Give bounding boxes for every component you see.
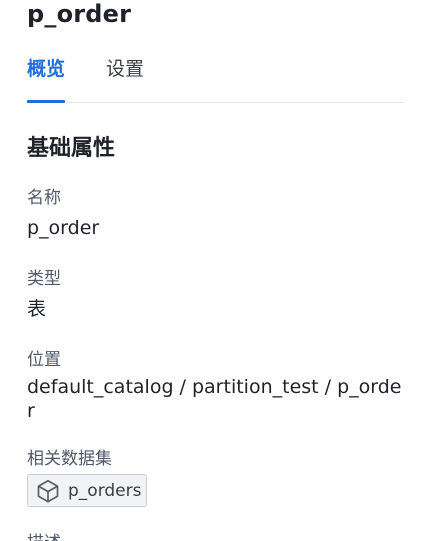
tab-bar: 概览 设置 <box>27 52 404 103</box>
related-dataset-label: 相关数据集 <box>27 449 112 469</box>
tab-overview[interactable]: 概览 <box>27 52 66 103</box>
cube-icon <box>34 477 62 505</box>
location-label: 位置 <box>27 350 61 370</box>
section-title-basic-properties: 基础属性 <box>27 136 116 161</box>
location-value: default_catalog / partition_test / p_ord… <box>27 376 402 422</box>
name-label: 名称 <box>27 188 61 208</box>
page-title: p_order <box>27 0 132 28</box>
description-label: 描述 <box>27 531 61 541</box>
name-value: p_order <box>27 217 100 239</box>
type-label: 类型 <box>27 269 61 289</box>
tab-settings[interactable]: 设置 <box>106 52 144 102</box>
type-value: 表 <box>27 298 47 320</box>
related-dataset-tag[interactable]: p_orders <box>27 474 148 507</box>
related-dataset-tag-label: p_orders <box>68 480 142 501</box>
details-panel: p_order 概览 设置 基础属性 名称 p_order 类型 表 位置 de… <box>0 0 439 541</box>
